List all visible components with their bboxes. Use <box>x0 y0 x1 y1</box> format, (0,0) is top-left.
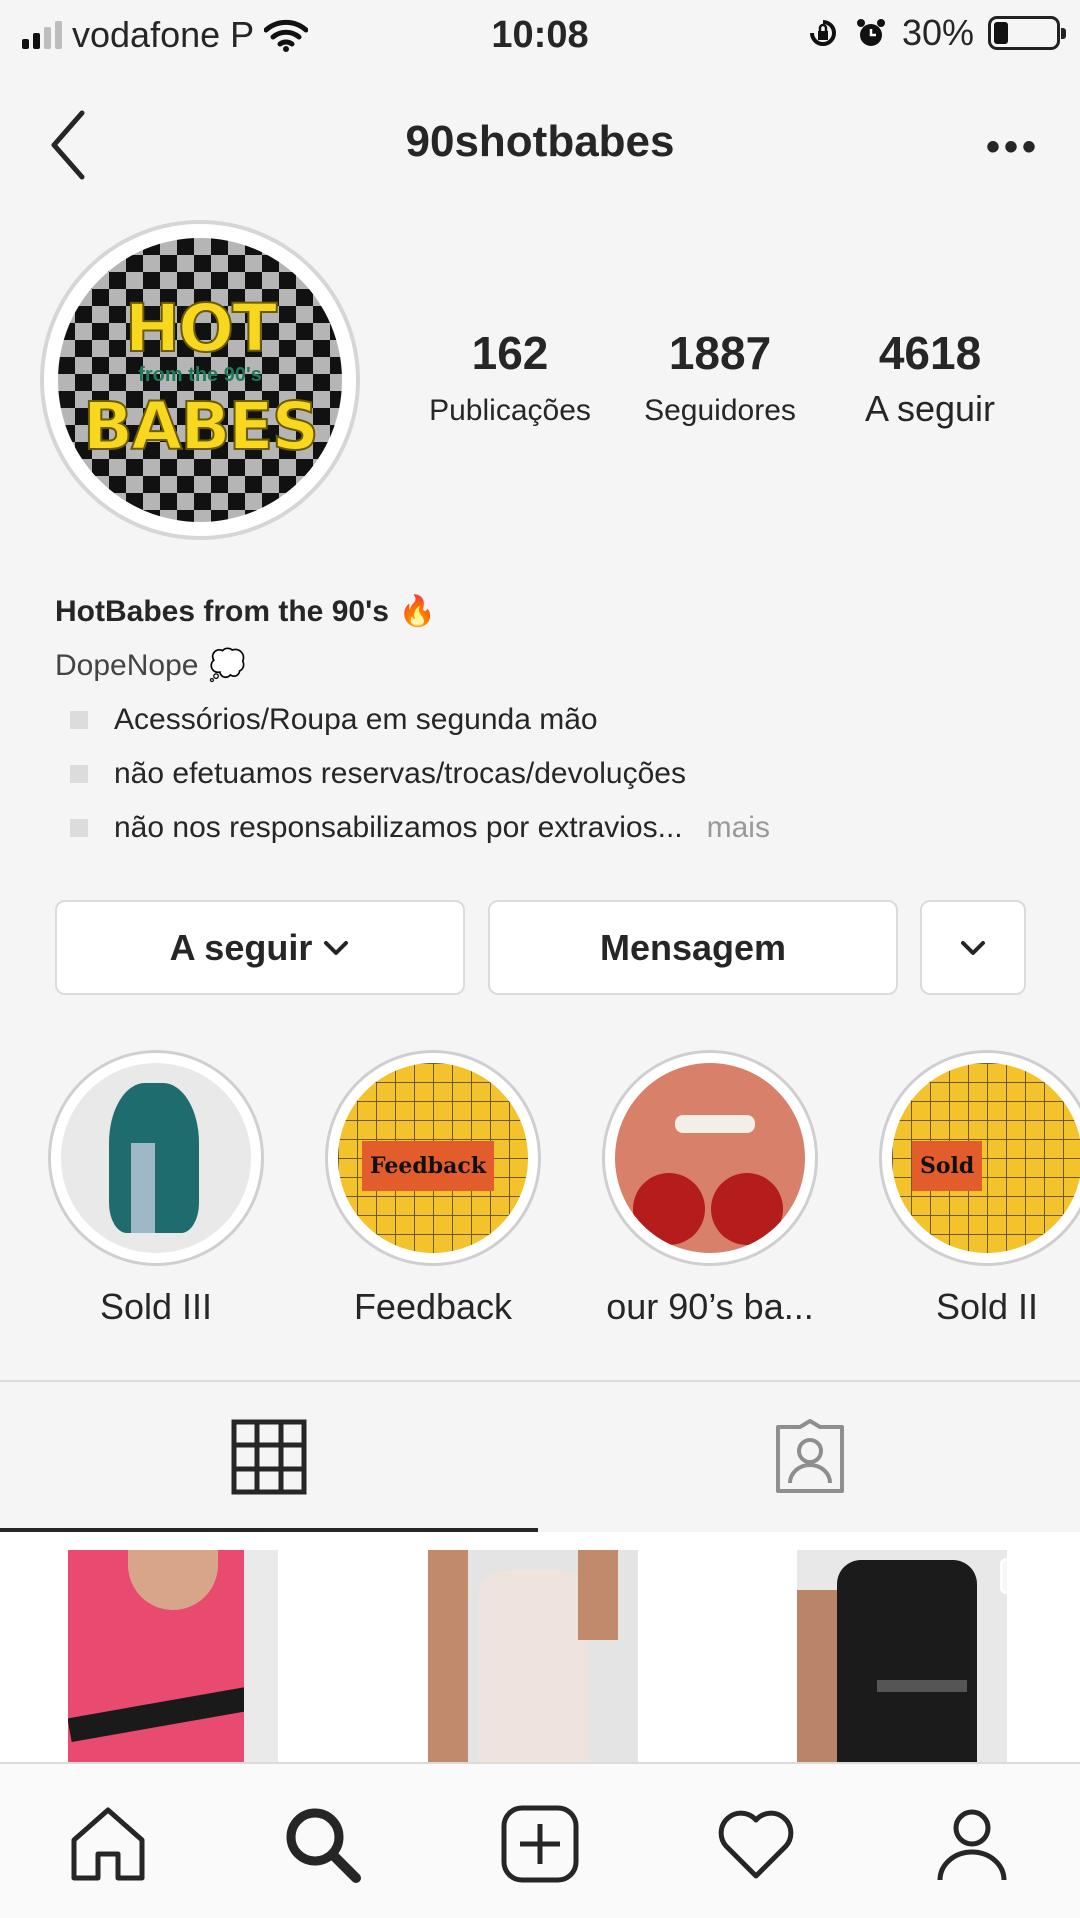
orientation-lock-icon <box>809 20 836 46</box>
stat-followers[interactable]: 1887 Seguidores <box>620 326 820 428</box>
suggested-accounts-button[interactable] <box>920 900 1026 995</box>
highlight-item[interactable]: Feedback Feedback <box>325 1050 541 1328</box>
bio-text: não nos responsabilizamos por extravios.… <box>114 811 683 844</box>
bio-category-line: DopeNope 💭 <box>55 639 1035 693</box>
avatar-logo-text: BABES <box>82 387 320 466</box>
bio-text: não efetuamos reservas/trocas/devoluções <box>114 757 686 790</box>
stat-posts[interactable]: 162 Publicações <box>410 326 610 428</box>
profile-header: 90shotbabes ••• <box>0 95 1080 195</box>
status-bar: vodafone P 10:08 30% <box>0 0 1080 70</box>
following-button-label: A seguir <box>169 926 313 968</box>
alarm-icon <box>856 19 885 46</box>
profile-category: DopeNope <box>55 649 199 682</box>
stat-count: 1887 <box>668 327 772 379</box>
highlight-cover: Feedback <box>325 1050 541 1266</box>
profile-tabs <box>0 1382 1080 1532</box>
profile-icon[interactable] <box>932 1804 1012 1884</box>
highlight-cover-text: Feedback <box>362 1141 495 1191</box>
highlight-label: Feedback <box>353 1286 513 1327</box>
grid-icon <box>231 1419 307 1495</box>
page-title: 90shotbabes <box>405 117 675 166</box>
bullet-icon <box>70 819 88 837</box>
bullet-icon <box>70 765 88 783</box>
highlight-label: Sold II <box>935 1286 1039 1327</box>
message-button-label: Mensagem <box>599 926 787 968</box>
following-button[interactable]: A seguir <box>55 900 465 995</box>
stat-label: Publicações <box>429 394 591 427</box>
highlight-cover: Sold <box>879 1050 1080 1266</box>
stat-count: 4618 <box>878 327 982 379</box>
highlight-cover <box>602 1050 818 1266</box>
tab-posts-grid[interactable] <box>0 1382 538 1532</box>
new-post-icon[interactable] <box>500 1804 580 1884</box>
highlight-cover <box>48 1050 264 1266</box>
highlight-cover-text: Sold <box>912 1141 983 1191</box>
highlight-item[interactable]: our 90’s ba... <box>602 1050 818 1328</box>
avatar-logo-text: HOT <box>124 289 278 368</box>
post-thumbnail[interactable] <box>428 1550 638 1762</box>
activity-icon[interactable] <box>716 1804 796 1884</box>
profile-stats: 162 Publicações 1887 Seguidores 4618 A s… <box>410 326 1030 446</box>
avatar-logo-subtext: from the 90's <box>138 364 262 386</box>
chevron-down-icon <box>324 940 349 955</box>
stat-following[interactable]: 4618 A seguir <box>830 326 1030 430</box>
tab-tagged[interactable] <box>540 1382 1080 1532</box>
multi-post-badge <box>1000 1550 1050 1762</box>
highlight-item[interactable]: Sold III <box>48 1050 264 1328</box>
status-right: 30% <box>806 12 1066 54</box>
chevron-down-icon <box>961 940 985 955</box>
battery-icon <box>988 16 1066 50</box>
stat-count: 162 <box>471 327 549 379</box>
multi-post-badge <box>638 1550 688 1762</box>
battery-percent: 30% <box>901 12 974 53</box>
tagged-icon <box>776 1419 844 1493</box>
bottom-tab-bar <box>0 1762 1080 1918</box>
highlight-image <box>615 1063 805 1253</box>
bio-text: Acessórios/Roupa em segunda mão <box>114 703 598 736</box>
more-icon[interactable]: ••• <box>986 125 1040 170</box>
highlight-item[interactable]: Sold Sold II <box>879 1050 1080 1328</box>
highlight-label: Sold III <box>99 1286 213 1327</box>
bio-line: Acessórios/Roupa em segunda mão <box>55 693 1035 747</box>
stat-label: A seguir <box>864 388 996 429</box>
message-button[interactable]: Mensagem <box>488 900 898 995</box>
search-icon[interactable] <box>282 1804 362 1884</box>
highlight-label: our 90’s ba... <box>606 1286 814 1327</box>
posts-grid <box>0 1532 1080 1762</box>
avatar[interactable]: HOT from the 90's BABES <box>40 220 360 540</box>
fire-emoji: 🔥 <box>398 595 437 628</box>
profile-name: HotBabes from the 90's <box>55 595 389 628</box>
profile-bio: HotBabes from the 90's 🔥 DopeNope 💭 Aces… <box>55 585 1035 855</box>
bio-more-link[interactable]: mais <box>707 801 770 855</box>
bio-line: não efetuamos reservas/trocas/devoluções <box>55 747 1035 801</box>
bio-name-line: HotBabes from the 90's 🔥 <box>55 585 1035 639</box>
post-thumbnail[interactable] <box>797 1550 1007 1762</box>
multi-post-badge <box>278 1550 328 1762</box>
home-icon[interactable] <box>68 1804 148 1884</box>
story-highlights: Sold III Feedback Feedback our 90’s ba..… <box>0 1050 1080 1340</box>
highlight-image: Sold <box>892 1063 1080 1253</box>
bullet-icon <box>70 711 88 729</box>
highlight-image: Feedback <box>338 1063 528 1253</box>
bio-line: não nos responsabilizamos por extravios.… <box>55 801 1035 855</box>
post-thumbnail[interactable] <box>68 1550 278 1762</box>
avatar-image: HOT from the 90's BABES <box>58 238 342 522</box>
stat-label: Seguidores <box>644 394 796 427</box>
thought-bubble-emoji: 💭 <box>208 649 246 682</box>
highlight-image <box>61 1063 251 1253</box>
